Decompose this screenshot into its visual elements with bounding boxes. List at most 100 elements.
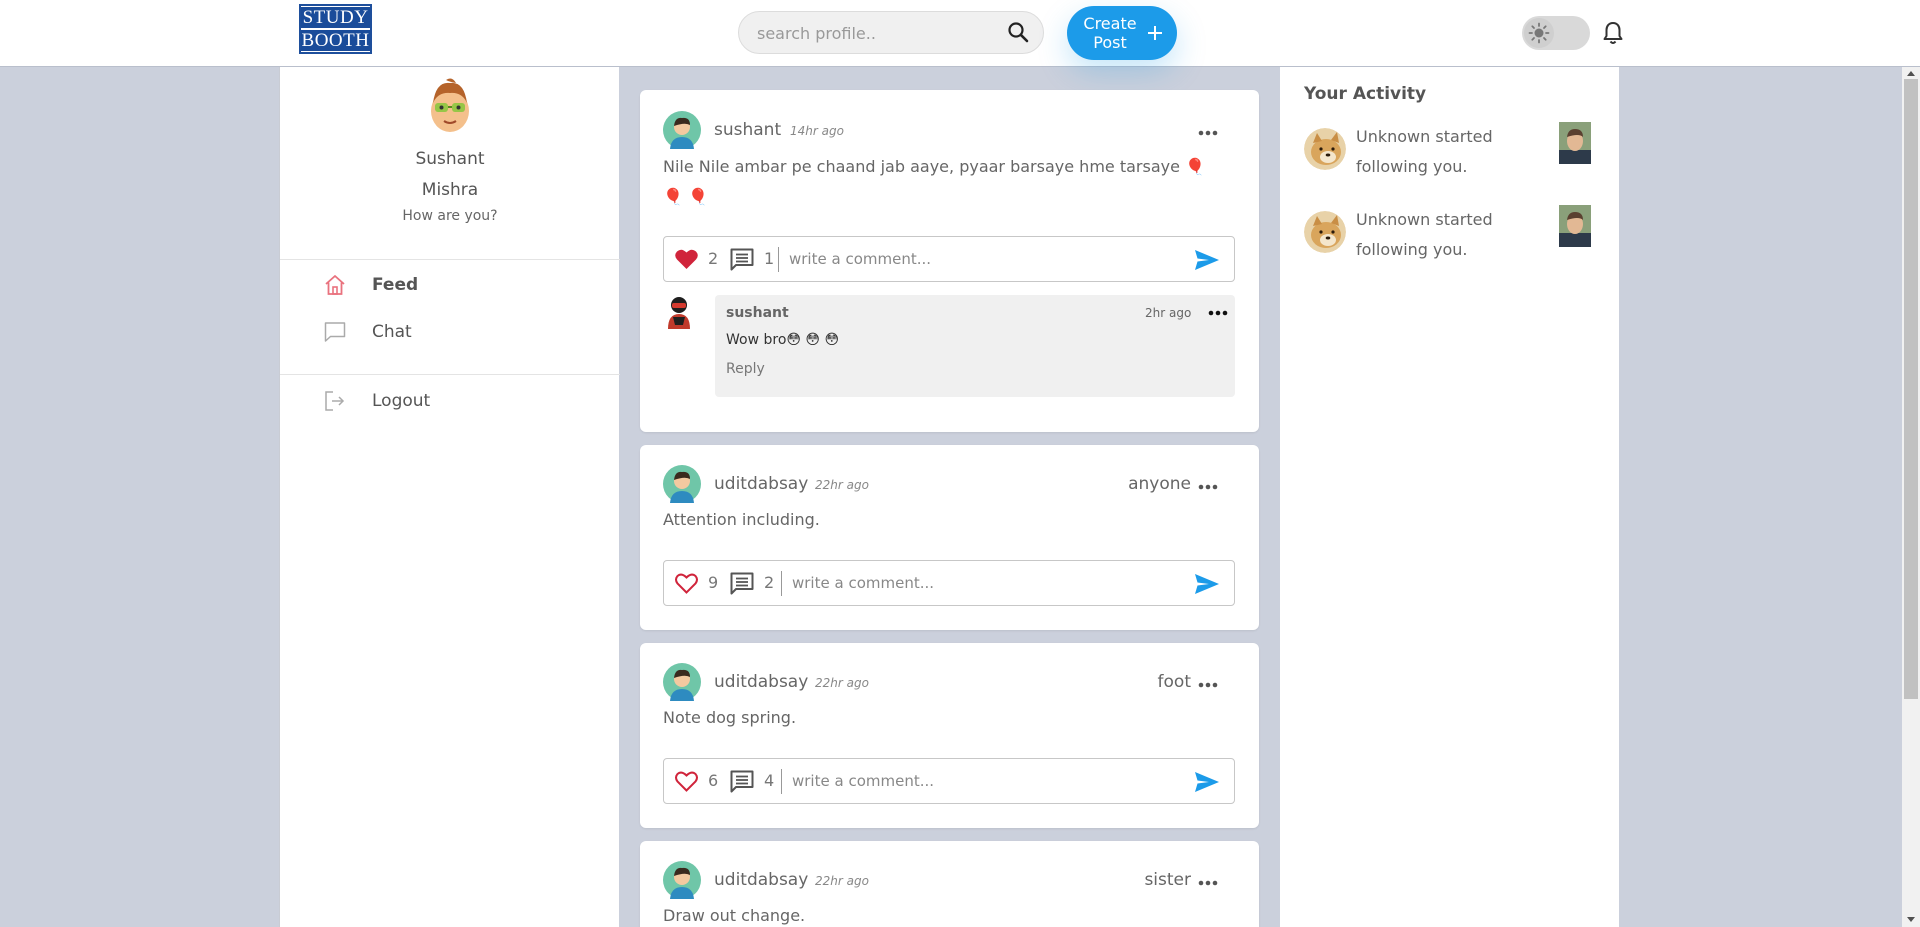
profile-first-name: Sushant (415, 149, 485, 169)
scroll-up-arrow-icon[interactable] (1907, 71, 1915, 76)
send-icon[interactable] (1194, 573, 1220, 595)
action-divider (778, 247, 779, 272)
post-author-avatar[interactable] (663, 861, 701, 899)
post-username[interactable]: uditdabsay (714, 474, 808, 494)
reply-button[interactable]: Reply (726, 361, 765, 377)
comment-icon[interactable] (730, 770, 754, 793)
comment-count: 4 (764, 771, 775, 790)
post-text: Draw out change. (663, 906, 806, 925)
post-author-avatar[interactable] (663, 663, 701, 701)
activity-text: Unknown started following you. (1356, 127, 1493, 176)
post-action-bar: 9 2 (663, 560, 1235, 606)
reply-text: Wow bro😳 😳 😳 (726, 332, 840, 348)
send-icon[interactable] (1194, 249, 1220, 271)
comment-count: 2 (764, 573, 775, 592)
comment-count: 1 (764, 249, 775, 268)
reply-timestamp: 2hr ago (1145, 306, 1192, 320)
reply-username[interactable]: sushant (726, 305, 789, 321)
post-card: uditdabsay 22hr ago anyone Attention inc… (640, 445, 1259, 630)
search-icon[interactable] (1006, 20, 1030, 44)
post-card: uditdabsay 22hr ago foot Note dog spring… (640, 643, 1259, 828)
post-card: uditdabsay 22hr ago sister Draw out chan… (640, 841, 1259, 927)
sun-icon (1528, 22, 1550, 44)
activity-item[interactable]: Unknown started following you. (1304, 122, 1604, 194)
post-username[interactable]: uditdabsay (714, 672, 808, 692)
scroll-down-arrow-icon[interactable] (1907, 917, 1915, 922)
post-username[interactable]: sushant (714, 120, 781, 140)
more-options-icon[interactable] (1198, 682, 1218, 688)
logout-icon (325, 391, 345, 411)
post-author-avatar[interactable] (663, 111, 701, 149)
comment-icon[interactable] (730, 248, 754, 271)
activity-item[interactable]: Unknown started following you. (1304, 205, 1604, 277)
post-text: Attention including. (663, 510, 820, 529)
comment-input[interactable] (792, 571, 1172, 595)
activity-panel: Your Activity Unknown started following … (1280, 67, 1619, 927)
follower-avatar[interactable] (1304, 211, 1346, 253)
more-options-icon[interactable] (1198, 880, 1218, 886)
post-action-bar: 6 4 (663, 758, 1235, 804)
sidebar-divider (280, 374, 620, 375)
more-options-icon[interactable] (1208, 310, 1228, 316)
more-options-icon[interactable] (1198, 484, 1218, 490)
like-count: 6 (708, 771, 719, 790)
post-tag: sister (1144, 870, 1191, 890)
action-divider (781, 769, 782, 794)
feed-column: sushant 14hr ago Nile Nile ambar pe chaa… (619, 67, 1280, 927)
create-post-label: Create Post (1083, 14, 1137, 52)
logo-text-line-2: BOOTH (301, 28, 370, 51)
study-booth-logo[interactable]: STUDY BOOTH (299, 4, 372, 54)
like-count: 2 (708, 249, 719, 268)
reply-comment: sushant 2hr ago Wow bro😳 😳 😳 Reply (715, 295, 1235, 397)
send-icon[interactable] (1194, 771, 1220, 793)
heart-outline-icon[interactable] (674, 769, 699, 793)
post-card: sushant 14hr ago Nile Nile ambar pe chaa… (640, 90, 1259, 432)
post-author-avatar[interactable] (663, 465, 701, 503)
post-text: Nile Nile ambar pe chaand jab aaye, pyaa… (663, 157, 1205, 206)
profile-avatar[interactable] (428, 78, 472, 134)
reply-author-avatar[interactable] (661, 295, 697, 331)
post-tag: anyone (1128, 474, 1191, 494)
sidebar-item-chat[interactable]: Chat (323, 317, 573, 347)
post-timestamp: 22hr ago (815, 676, 869, 690)
sidebar-item-logout[interactable]: Logout (323, 386, 573, 416)
bell-icon[interactable] (1601, 20, 1625, 46)
comment-input[interactable] (792, 769, 1172, 793)
user-photo-thumbnail[interactable] (1559, 122, 1591, 164)
user-photo-thumbnail[interactable] (1559, 205, 1591, 247)
like-count: 9 (708, 573, 719, 592)
profile-status: How are you? (402, 208, 498, 224)
sidebar-item-logout-label: Logout (372, 391, 431, 411)
post-timestamp: 14hr ago (790, 124, 844, 138)
theme-toggle[interactable] (1522, 16, 1590, 50)
comment-input[interactable] (789, 247, 1169, 271)
left-sidebar: Sushant Mishra How are you? Feed Chat Lo… (279, 67, 620, 927)
post-text: Note dog spring. (663, 708, 797, 727)
comment-icon[interactable] (730, 572, 754, 595)
post-username[interactable]: uditdabsay (714, 870, 808, 890)
plus-icon (1148, 26, 1162, 40)
follower-avatar[interactable] (1304, 128, 1346, 170)
search-input[interactable] (757, 23, 987, 43)
sidebar-item-feed[interactable]: Feed (323, 270, 573, 300)
create-post-button[interactable]: Create Post (1067, 6, 1177, 60)
heart-outline-icon[interactable] (674, 571, 699, 595)
home-icon (325, 275, 345, 295)
logo-text-line-1: STUDY (301, 7, 370, 28)
heart-filled-icon[interactable] (674, 247, 699, 271)
activity-title: Your Activity (1304, 84, 1427, 104)
post-tag: foot (1157, 672, 1191, 692)
post-timestamp: 22hr ago (815, 874, 869, 888)
sidebar-divider (280, 259, 620, 260)
chat-bubble-icon (324, 322, 346, 342)
action-divider (781, 571, 782, 596)
more-options-icon[interactable] (1198, 130, 1218, 136)
profile-last-name: Mishra (421, 180, 479, 200)
sidebar-item-feed-label: Feed (372, 275, 419, 295)
scrollbar-thumb[interactable] (1904, 79, 1918, 699)
search-box (738, 11, 1044, 54)
sidebar-item-chat-label: Chat (372, 322, 412, 342)
page-scrollbar[interactable] (1902, 67, 1920, 927)
top-header: STUDY BOOTH Create Post (0, 0, 1920, 67)
toggle-knob (1524, 18, 1554, 48)
